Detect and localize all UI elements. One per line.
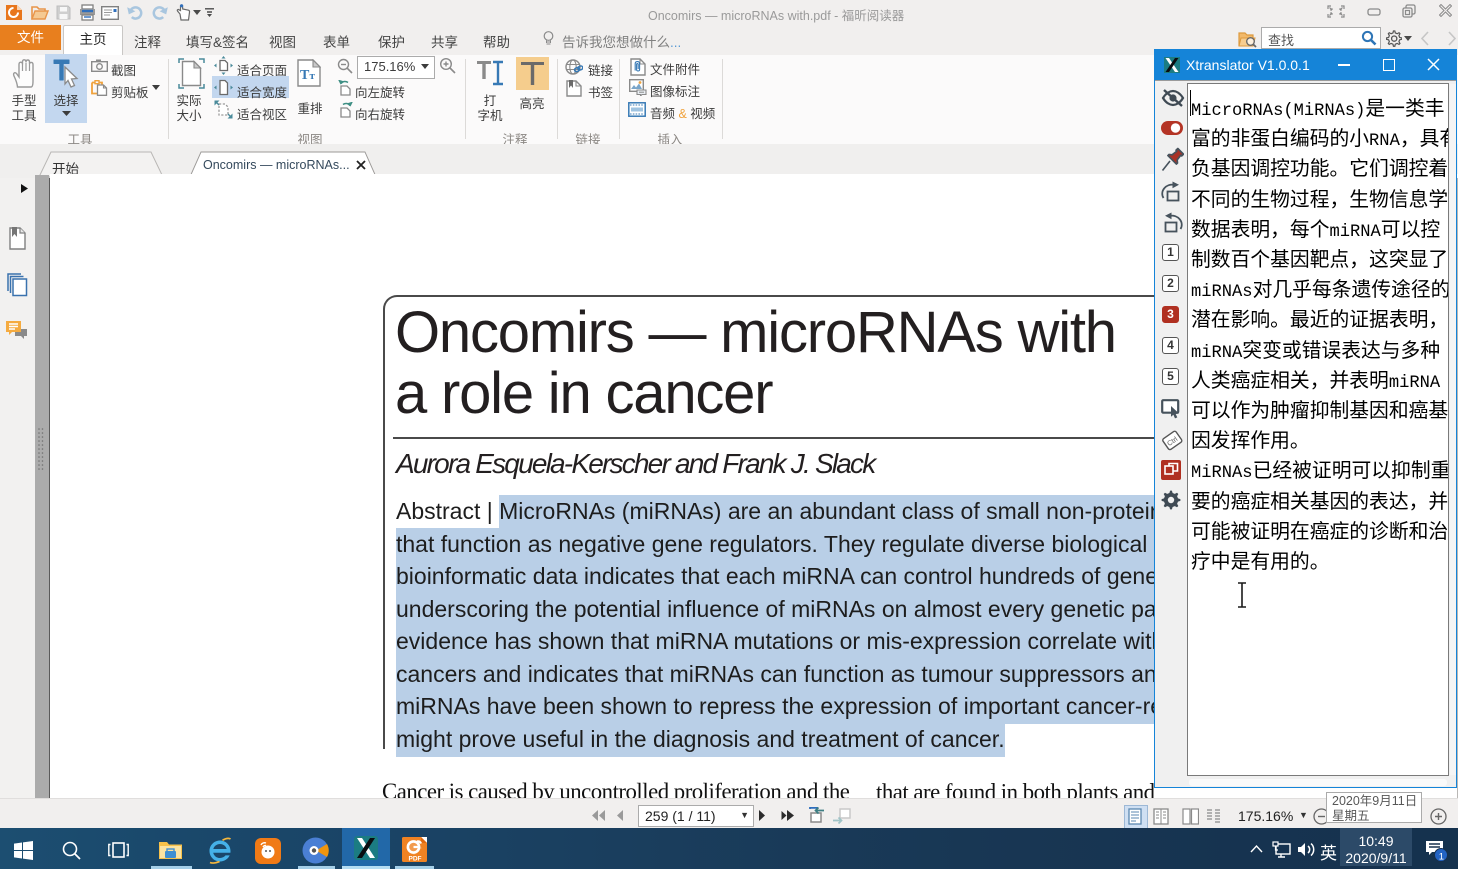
svg-text:т: т [310,70,316,82]
svg-text:T: T [300,68,310,83]
svg-text:1: 1 [1439,852,1444,863]
svg-text:PDF: PDF [409,856,422,863]
